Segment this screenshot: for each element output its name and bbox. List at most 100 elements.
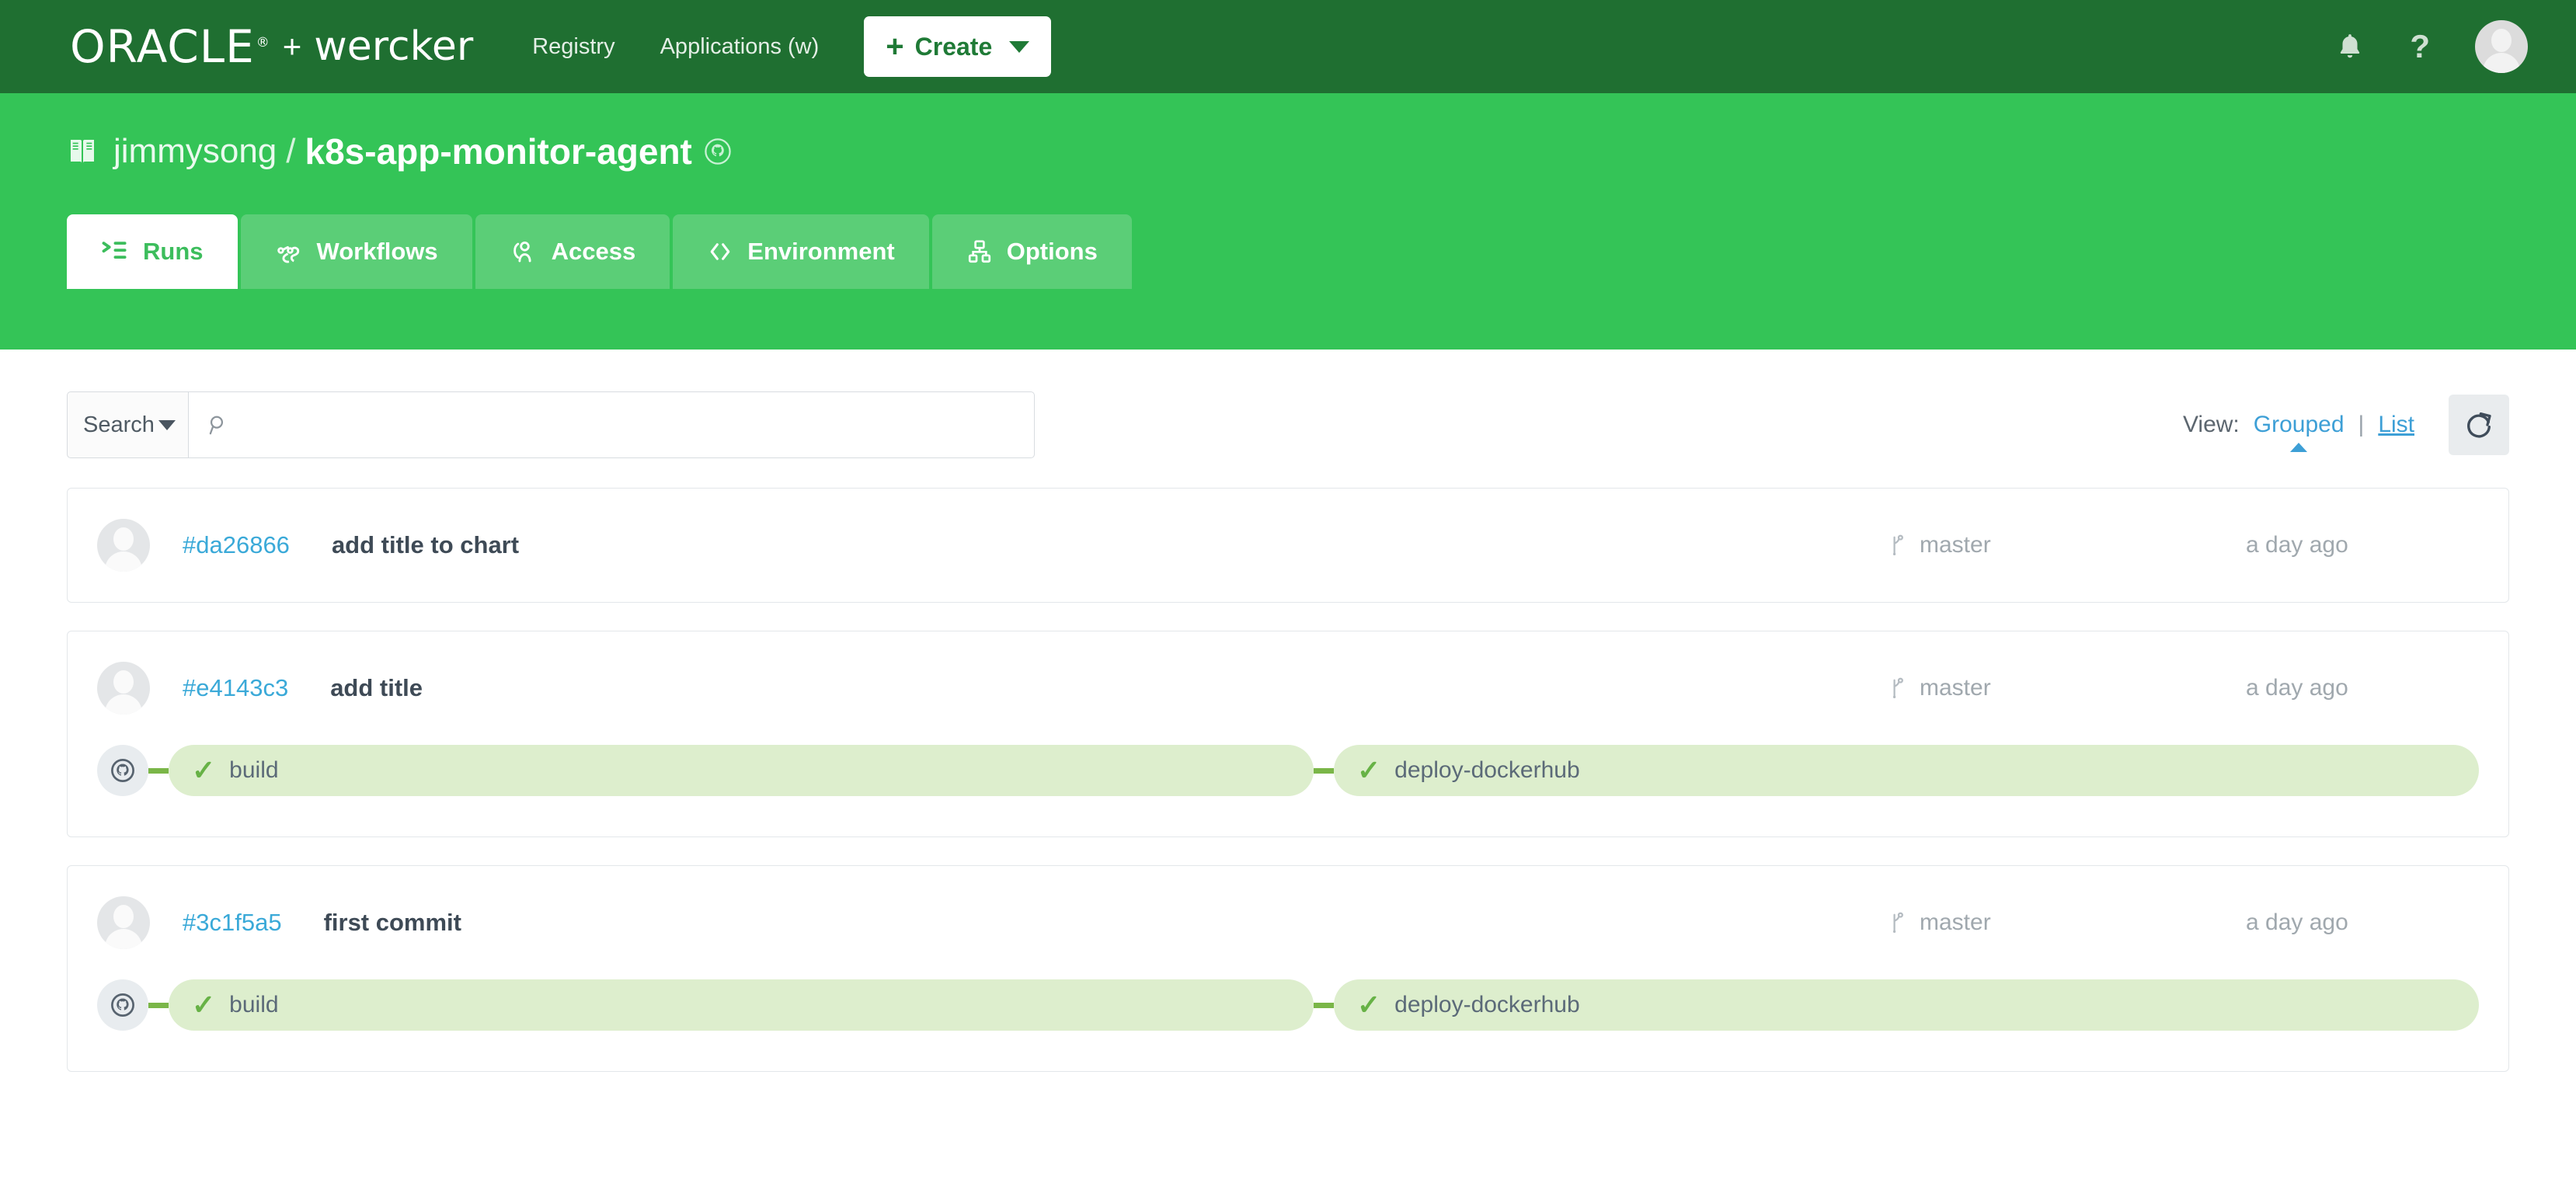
nav-link-registry[interactable]: Registry	[532, 34, 614, 60]
run-branch: master	[1888, 675, 2246, 701]
oracle-wordmark: ORACLE®	[70, 24, 270, 69]
search-icon	[206, 412, 231, 437]
search-type-select[interactable]: Search	[67, 391, 188, 458]
pipeline-step-build[interactable]: ✓ build	[169, 745, 1314, 796]
repository-banner: jimmysong / k8s-app-monitor-agent Runs	[0, 93, 2576, 350]
avatar-head-shape	[113, 905, 134, 928]
run-commit-hash[interactable]: #e4143c3	[183, 674, 288, 702]
page-title: k8s-app-monitor-agent	[305, 130, 692, 172]
pipeline-connector	[1314, 768, 1334, 774]
avatar[interactable]	[2475, 20, 2528, 73]
github-icon	[97, 979, 148, 1031]
run-branch: master	[1888, 532, 2246, 558]
avatar-body-shape	[105, 929, 142, 949]
run-commit-hash[interactable]: #da26866	[183, 531, 290, 559]
view-separator: |	[2358, 412, 2365, 438]
check-icon: ✓	[192, 756, 215, 784]
table-row[interactable]: #da26866 add title to chart master a day…	[67, 488, 2509, 603]
avatar-head-shape	[113, 670, 134, 694]
run-timestamp: a day ago	[2246, 910, 2479, 936]
branch-icon	[1888, 676, 1909, 700]
runs-icon	[101, 239, 129, 264]
pipeline-step-deploy-dockerhub[interactable]: ✓ deploy-dockerhub	[1334, 745, 2479, 796]
avatar-head-shape	[113, 527, 134, 551]
pipeline-row: ✓ build ✓ deploy-dockerhub	[68, 979, 2508, 1071]
pipeline-step-label: build	[229, 992, 278, 1018]
branch-icon	[1888, 534, 1909, 557]
pipeline-step-deploy-dockerhub[interactable]: ✓ deploy-dockerhub	[1334, 979, 2479, 1031]
caret-up-icon	[2290, 443, 2307, 452]
pipeline-step-build[interactable]: ✓ build	[169, 979, 1314, 1031]
access-icon	[510, 238, 538, 266]
avatar-body-shape	[105, 551, 142, 572]
run-commit-message: add title	[330, 674, 423, 702]
tab-label-workflows: Workflows	[317, 238, 438, 266]
tab-runs[interactable]: Runs	[67, 214, 238, 289]
view-option-grouped[interactable]: Grouped	[2254, 412, 2345, 438]
run-timestamp: a day ago	[2246, 675, 2479, 701]
tab-label-access: Access	[552, 238, 636, 266]
check-icon: ✓	[1357, 756, 1380, 784]
run-commit-hash[interactable]: #3c1f5a5	[183, 909, 282, 937]
chevron-down-icon	[158, 420, 176, 430]
pipeline-step-label: deploy-dockerhub	[1394, 757, 1580, 784]
avatar	[97, 896, 150, 949]
pipeline-connector	[148, 768, 169, 774]
tab-access[interactable]: Access	[475, 214, 670, 289]
tab-environment[interactable]: Environment	[673, 214, 928, 289]
nav-link-applications[interactable]: Applications (w)	[660, 34, 820, 60]
view-controls: View: Grouped | List	[2183, 395, 2509, 455]
runs-toolbar: Search View: Grouped | List	[67, 391, 2509, 458]
avatar	[97, 662, 150, 715]
table-row[interactable]: #e4143c3 add title master a day ago	[67, 631, 2509, 837]
check-icon: ✓	[1357, 991, 1380, 1019]
search-input[interactable]	[242, 412, 1017, 438]
brand-logo[interactable]: ORACLE® + wercker	[70, 24, 473, 69]
run-header: #3c1f5a5 first commit master a day ago	[68, 866, 2508, 979]
main-content: Search View: Grouped | List	[0, 391, 2576, 1072]
refresh-button[interactable]	[2449, 395, 2509, 455]
tab-label-environment: Environment	[747, 238, 894, 266]
run-timestamp: a day ago	[2246, 532, 2479, 558]
brand-plus-sign: +	[283, 30, 302, 63]
nav-right-group: ?	[2335, 20, 2528, 73]
tab-label-options: Options	[1007, 238, 1098, 266]
workflows-icon	[275, 238, 303, 266]
chevron-down-icon	[1009, 41, 1029, 53]
create-button-label: Create	[915, 33, 993, 61]
run-commit-message: first commit	[324, 909, 461, 937]
plus-icon: +	[886, 31, 903, 62]
tab-options[interactable]: Options	[932, 214, 1132, 289]
pipeline-connector	[1314, 1003, 1334, 1008]
search-select-label: Search	[83, 412, 155, 438]
avatar	[97, 519, 150, 572]
search-bar: Search	[67, 391, 1035, 458]
run-branch-label: master	[1920, 910, 1991, 936]
breadcrumb: jimmysong / k8s-app-monitor-agent	[67, 130, 2576, 172]
branch-icon	[1888, 911, 1909, 934]
github-icon	[705, 138, 731, 165]
wercker-wordmark: wercker	[314, 26, 473, 67]
code-brackets-icon	[707, 238, 733, 265]
pipeline-connector	[148, 1003, 169, 1008]
book-icon	[67, 136, 98, 167]
bell-icon[interactable]	[2335, 30, 2365, 63]
run-branch: master	[1888, 910, 2246, 936]
breadcrumb-separator: /	[286, 132, 295, 171]
pipeline-step-label: build	[229, 757, 278, 784]
github-icon	[97, 745, 148, 796]
help-icon[interactable]: ?	[2410, 28, 2430, 65]
search-field-wrapper[interactable]	[188, 391, 1035, 458]
view-grouped-label: Grouped	[2254, 412, 2345, 437]
oracle-text: ORACLE	[70, 20, 255, 73]
primary-nav-links: Registry Applications (w)	[532, 34, 864, 60]
repo-owner-link[interactable]: jimmysong	[113, 132, 277, 171]
avatar-body-shape	[105, 694, 142, 715]
run-header: #da26866 add title to chart master a day…	[68, 489, 2508, 602]
tab-workflows[interactable]: Workflows	[241, 214, 472, 289]
pipeline-step-label: deploy-dockerhub	[1394, 992, 1580, 1018]
check-icon: ✓	[192, 991, 215, 1019]
create-button[interactable]: + Create	[864, 16, 1051, 77]
view-option-list[interactable]: List	[2378, 412, 2414, 438]
table-row[interactable]: #3c1f5a5 first commit master a day ago	[67, 865, 2509, 1072]
